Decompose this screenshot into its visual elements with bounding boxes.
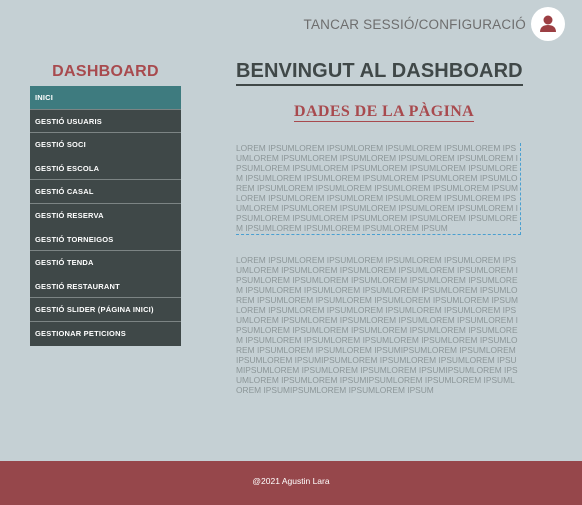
sidebar-nav: INICI GESTIÓ USUARIS GESTIÓ SOCI GESTIÓ … <box>30 86 181 346</box>
section-title: DADES DE LA PÀGINA <box>294 103 475 122</box>
footer: @2021 Agustin Lara <box>0 461 582 505</box>
sidebar-item-gestio-reserva[interactable]: GESTIÓ RESERVA <box>30 203 181 228</box>
content-paragraph-1: LOREM IPSUMLOREM IPSUMLOREM IPSUMLOREM I… <box>236 143 521 235</box>
sidebar-item-gestio-tenda[interactable]: GESTIÓ TENDA <box>30 251 181 275</box>
sidebar-item-gestio-soci[interactable]: GESTIÓ SOCI <box>30 133 181 157</box>
sidebar-item-gestio-torneigos[interactable]: GESTIÓ TORNEIGOS <box>30 227 181 252</box>
sidebar-title: DASHBOARD <box>52 63 159 80</box>
avatar[interactable] <box>531 7 565 41</box>
sidebar-item-gestio-slider[interactable]: GESTIÓ SLIDER (PÁGINA INICI) <box>30 298 181 322</box>
top-bar: TANCAR SESSIÓ/CONFIGURACIÓ <box>0 0 582 50</box>
sidebar-item-inici[interactable]: INICI <box>30 86 181 110</box>
sidebar-item-gestio-restaurant[interactable]: GESTIÓ RESTAURANT <box>30 274 181 299</box>
footer-copyright: @2021 Agustin Lara <box>252 476 330 486</box>
logout-settings-link[interactable]: TANCAR SESSIÓ/CONFIGURACIÓ <box>304 17 526 32</box>
sidebar-item-gestio-escola[interactable]: GESTIÓ ESCOLA <box>30 156 181 181</box>
page-title: BENVINGUT AL DASHBOARD <box>236 60 523 86</box>
user-icon <box>540 15 556 32</box>
sidebar-item-gestionar-peticions[interactable]: GESTIONAR PETICIONS <box>30 321 181 346</box>
content-paragraph-2: LOREM IPSUMLOREM IPSUMLOREM IPSUMLOREM I… <box>236 255 518 395</box>
sidebar-item-gestio-usuaris[interactable]: GESTIÓ USUARIS <box>30 109 181 134</box>
sidebar-item-gestio-casal[interactable]: GESTIÓ CASAL <box>30 180 181 204</box>
